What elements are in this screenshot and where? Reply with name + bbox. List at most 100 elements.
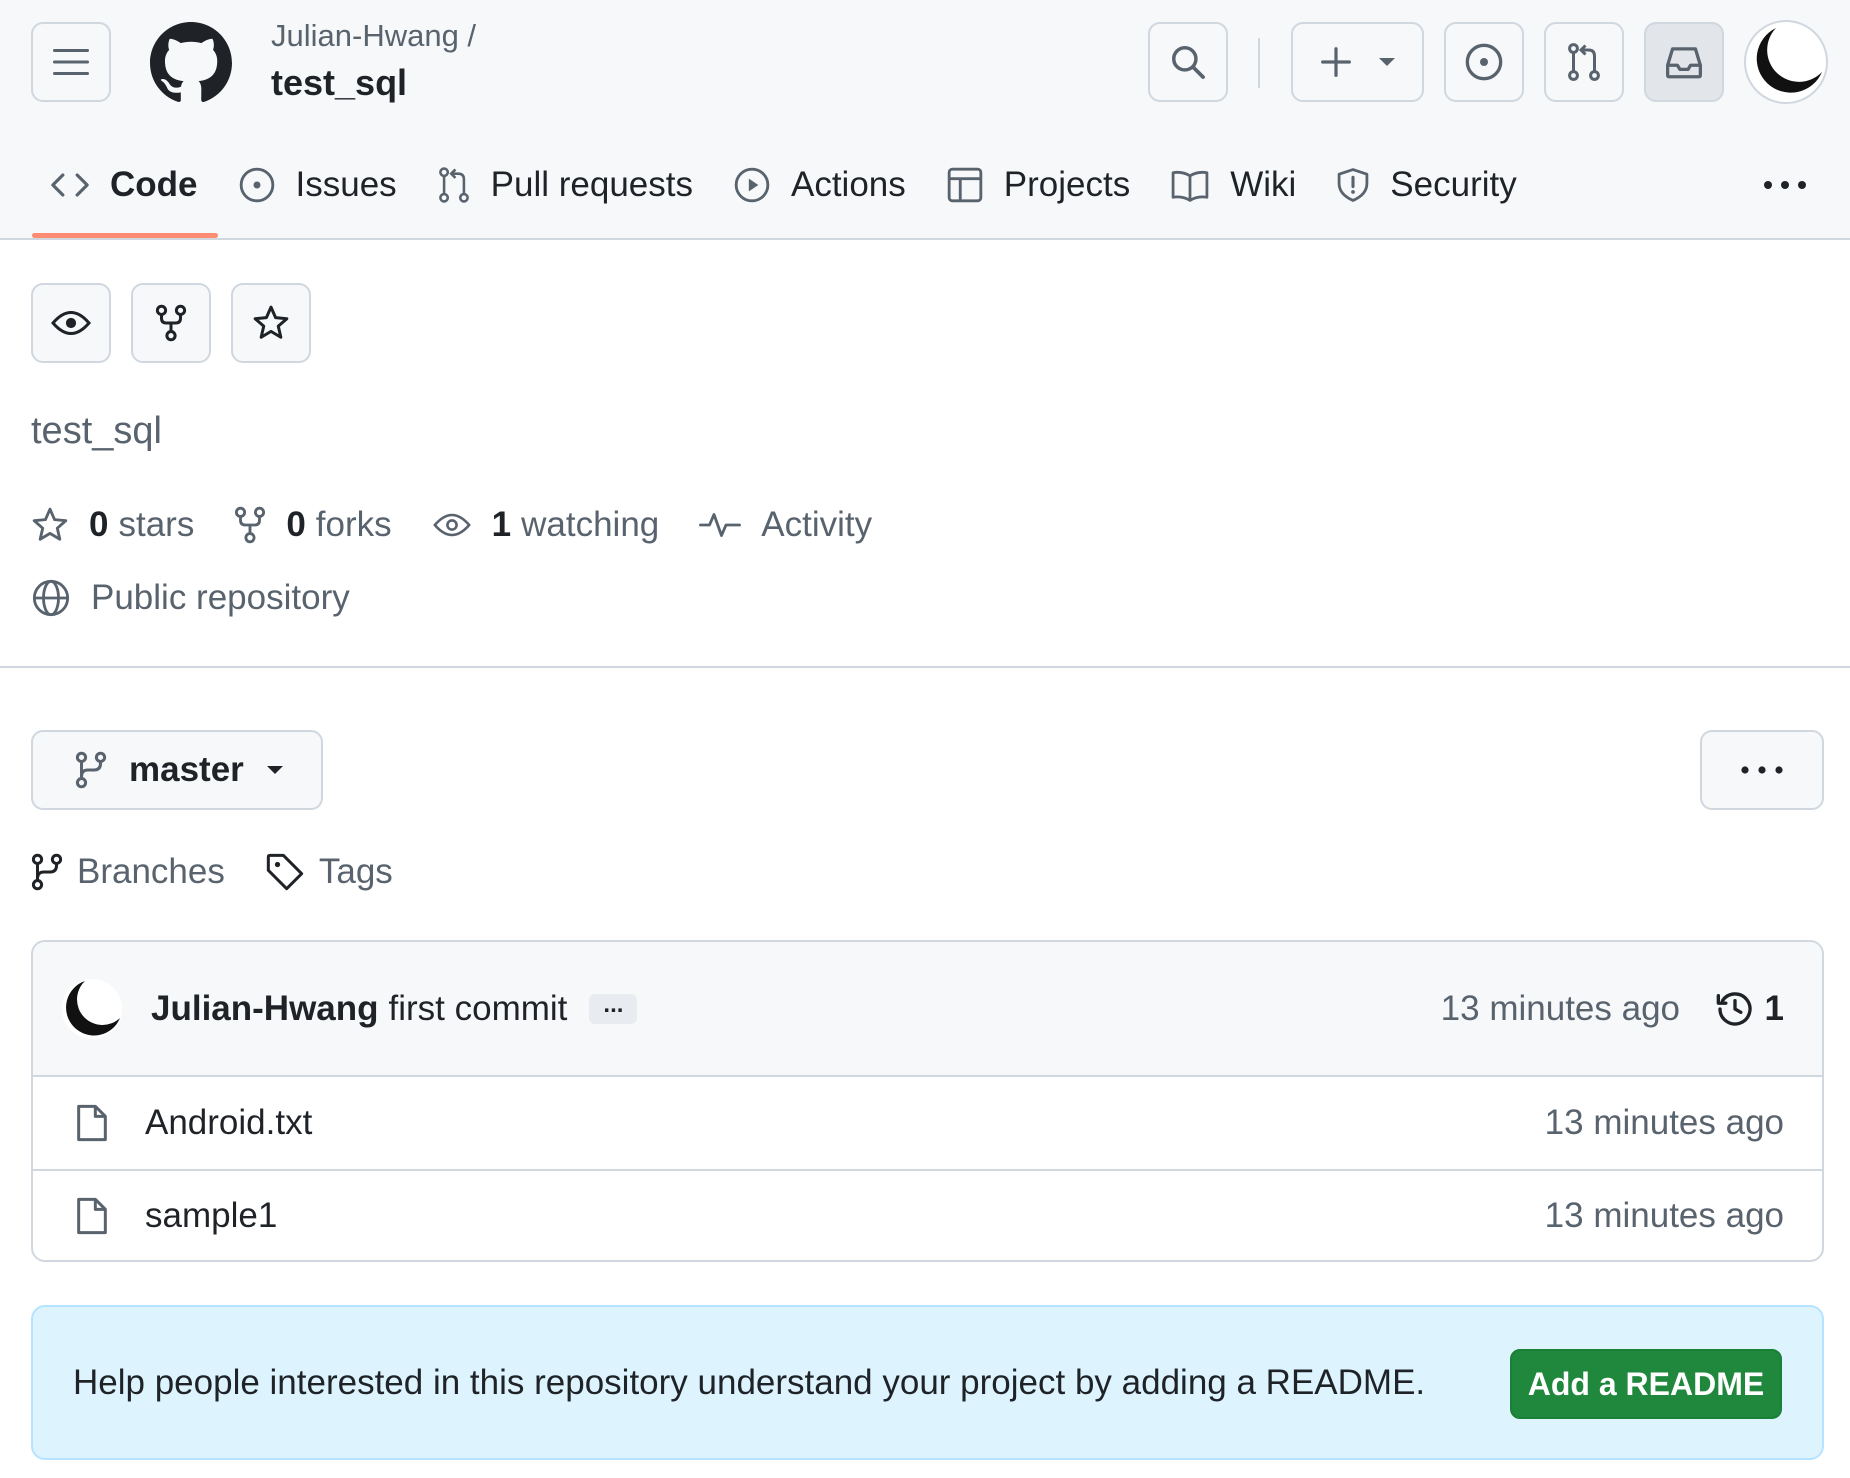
add-readme-button[interactable]: Add a README: [1510, 1349, 1782, 1419]
inbox-icon: [1665, 47, 1702, 79]
star-icon: [32, 507, 68, 541]
repo-stats: 0 stars 0 forks 1 watching Activity: [31, 505, 912, 545]
crescent-moon-icon: [62, 978, 122, 1039]
code-icon: [51, 173, 89, 197]
commit-expand-button[interactable]: ...: [589, 991, 638, 1024]
tab-projects[interactable]: Projects: [926, 150, 1150, 220]
kebab-horizontal-icon: [1764, 181, 1806, 189]
star-button[interactable]: [231, 283, 311, 363]
commit-author[interactable]: Julian-Hwang: [151, 989, 379, 1029]
stars-count: 0: [89, 505, 109, 544]
history-icon: [1716, 991, 1752, 1026]
git-branch-icon: [75, 751, 107, 789]
tab-code-label: Code: [110, 165, 198, 204]
book-icon: [1171, 170, 1209, 202]
branch-selector[interactable]: master: [31, 730, 323, 810]
commit-history-link[interactable]: 1: [1715, 989, 1784, 1029]
eye-icon: [432, 513, 471, 537]
tab-security[interactable]: Security: [1316, 150, 1536, 220]
tags-link[interactable]: Tags: [265, 852, 393, 892]
issue-opened-icon: [1465, 43, 1503, 81]
file-name-link[interactable]: sample1: [145, 1196, 277, 1236]
tab-actions[interactable]: Actions: [713, 150, 926, 220]
tab-projects-label: Projects: [1003, 165, 1131, 204]
github-logo-icon[interactable]: [150, 22, 232, 104]
repo-owner-link[interactable]: Julian-Hwang /: [271, 18, 476, 54]
user-avatar[interactable]: [1744, 20, 1828, 104]
git-branch-icon: [31, 853, 63, 891]
search-icon: [1172, 46, 1205, 79]
globe-icon: [32, 579, 70, 617]
git-pull-request-icon: [438, 167, 469, 203]
hamburger-icon: [53, 49, 89, 75]
commit-message[interactable]: first commit: [389, 989, 568, 1029]
create-new-button[interactable]: [1291, 22, 1424, 102]
tab-code[interactable]: Code: [30, 150, 218, 238]
ref-links: Branches Tags: [31, 852, 433, 892]
tags-label: Tags: [318, 852, 393, 891]
latest-commit-row: Julian-Hwang first commit ... 13 minutes…: [33, 942, 1822, 1077]
tabs-overflow-button[interactable]: [1760, 165, 1810, 205]
fork-button[interactable]: [131, 283, 211, 363]
menu-button[interactable]: [31, 22, 111, 102]
file-time: 13 minutes ago: [1544, 1103, 1784, 1142]
tag-icon: [266, 853, 304, 891]
visibility-label: Public repository: [91, 578, 350, 617]
table-icon: [947, 167, 983, 203]
file-row[interactable]: Android.txt 13 minutes ago: [33, 1077, 1822, 1169]
repo-forked-icon: [235, 506, 266, 544]
play-icon: [734, 167, 770, 203]
file-name-link[interactable]: Android.txt: [145, 1103, 312, 1143]
file-row[interactable]: sample1 13 minutes ago: [33, 1169, 1822, 1260]
tab-pull-requests[interactable]: Pull requests: [417, 150, 713, 220]
file-time: 13 minutes ago: [1544, 1196, 1784, 1235]
kebab-horizontal-icon: [1741, 766, 1783, 774]
tab-pull-requests-label: Pull requests: [490, 165, 693, 204]
repo-description: test_sql: [31, 410, 162, 452]
crescent-moon-icon: [1750, 26, 1822, 98]
file-icon: [77, 1197, 107, 1235]
commit-count: 1: [1764, 988, 1784, 1028]
repo-name-link[interactable]: test_sql: [271, 62, 407, 104]
search-button[interactable]: [1148, 22, 1228, 102]
tab-issues-label: Issues: [295, 165, 397, 204]
branches-link[interactable]: Branches: [31, 852, 225, 892]
triangle-down-icon: [266, 766, 283, 774]
plus-icon: [1320, 47, 1351, 77]
notifications-button[interactable]: [1644, 22, 1724, 102]
pulse-icon: [699, 513, 742, 537]
readme-banner-text: Help people interested in this repositor…: [73, 1362, 1426, 1402]
activity-link[interactable]: Activity: [699, 505, 872, 545]
readme-banner: Help people interested in this repositor…: [31, 1305, 1824, 1460]
star-icon: [253, 305, 289, 339]
header-divider: [1258, 38, 1260, 88]
branch-name: master: [129, 750, 244, 789]
watching-link[interactable]: 1 watching: [432, 505, 660, 545]
more-options-button[interactable]: [1700, 730, 1824, 810]
watch-button[interactable]: [31, 283, 111, 363]
file-icon: [77, 1104, 107, 1142]
branches-label: Branches: [77, 852, 225, 891]
tab-issues[interactable]: Issues: [218, 150, 417, 220]
commit-author-avatar[interactable]: [61, 978, 123, 1040]
watching-label: watching: [521, 505, 660, 544]
file-browser: Julian-Hwang first commit ... 13 minutes…: [31, 940, 1824, 1262]
triangle-down-icon: [1378, 58, 1395, 66]
shield-icon: [1337, 168, 1369, 202]
forks-count: 0: [286, 505, 306, 544]
repo-nav-tabs: Code Issues Pull requests Actions Projec…: [30, 150, 1537, 240]
forks-label: forks: [315, 505, 392, 544]
activity-label: Activity: [761, 505, 873, 544]
tab-security-label: Security: [1390, 165, 1517, 204]
commit-time: 13 minutes ago: [1440, 988, 1680, 1028]
git-pull-request-icon: [1568, 43, 1600, 81]
section-divider: [0, 666, 1850, 668]
tab-wiki[interactable]: Wiki: [1150, 150, 1316, 220]
forks-link[interactable]: 0 forks: [234, 505, 392, 545]
tab-actions-label: Actions: [790, 165, 906, 204]
stars-link[interactable]: 0 stars: [31, 505, 194, 545]
repo-forked-icon: [155, 304, 187, 342]
your-issues-button[interactable]: [1444, 22, 1524, 102]
stars-label: stars: [118, 505, 195, 544]
your-pull-requests-button[interactable]: [1544, 22, 1624, 102]
